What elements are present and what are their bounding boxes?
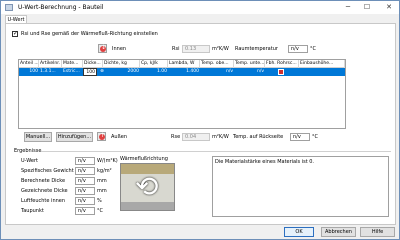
abbrechen-button[interactable]: Abbrechen <box>321 227 356 237</box>
aussen-label: Außen <box>111 134 127 140</box>
layer-table[interactable]: Anteil ... Artikelnr. Mate... Dicke... D… <box>18 59 346 129</box>
result-unit-u-wert: W/(m²K) <box>97 158 118 164</box>
arrow-up-icon <box>99 132 105 140</box>
ruecktemp-label: Temp. auf Rückseite <box>233 134 284 140</box>
ruecktemp-unit: °C <box>312 134 318 140</box>
innen-icon-button[interactable] <box>98 44 107 53</box>
ergebnisse-divider <box>41 151 391 152</box>
aussen-icon-button[interactable] <box>97 132 106 141</box>
result-label-gewicht: Spezifisches Gewicht <box>21 168 74 174</box>
ergebnisse-title: Ergebnisse <box>14 148 42 154</box>
result-unit-taupunkt: °C <box>97 208 103 214</box>
col-artikelnr[interactable]: Artikelnr. <box>39 60 62 68</box>
result-value-gezeichnete-dicke: n/v <box>75 187 95 195</box>
rsi-rse-checkbox-label: Rsi und Rse gemäß der Wärmefluß-Richtung… <box>21 31 158 37</box>
cell-temp-oben[interactable]: n/v <box>200 68 234 76</box>
result-label-gezeichnete-dicke: Gezeichnete Dicke <box>21 188 68 194</box>
result-unit-luftfeuchte: % <box>97 198 102 204</box>
cell-anteil[interactable]: 100 <box>19 68 39 76</box>
layer-bottom <box>121 202 174 210</box>
waermefluss-diagram: ⟲ <box>120 163 175 211</box>
result-label-taupunkt: Taupunkt <box>21 208 44 214</box>
result-unit-gezeichnete-dicke: mm <box>97 188 107 194</box>
col-fbh-rohrschicht[interactable]: Fbh. Rohrsc... <box>265 60 299 68</box>
table-header: Anteil ... Artikelnr. Mate... Dicke... D… <box>19 60 345 68</box>
result-unit-berechnete-dicke: mm <box>97 178 107 184</box>
result-label-berechnete-dicke: Berechnete Dicke <box>21 178 66 184</box>
result-unit-gewicht: kg/m² <box>97 168 112 174</box>
rsi-input[interactable]: 0.13 <box>182 45 210 53</box>
ruecktemp-input[interactable]: n/v <box>290 133 310 141</box>
cell-cp[interactable]: 1.00 <box>140 68 168 76</box>
col-dicke[interactable]: Dicke... <box>83 60 103 68</box>
manuell-button[interactable]: Manuell... <box>24 132 52 142</box>
hilfe-button[interactable]: Hilfe <box>360 227 395 237</box>
cell-lambda[interactable]: 1.400 <box>168 68 200 76</box>
result-label-luftfeuchte: Luftfeuchte innen <box>21 198 66 204</box>
maximize-button[interactable]: ☐ <box>358 1 376 14</box>
col-material[interactable]: Mate... <box>62 60 83 68</box>
cell-artikelnr[interactable]: 1.3.1... <box>39 68 62 76</box>
ok-button[interactable]: OK <box>284 227 314 237</box>
col-temp-unten[interactable]: Temp. unte... <box>234 60 265 68</box>
app-icon <box>5 4 13 11</box>
fbh-rohr-icon[interactable] <box>278 69 284 75</box>
heat-flow-arrow-icon: ⟲ <box>135 170 159 203</box>
cell-temp-unten[interactable]: n/v <box>234 68 265 76</box>
col-temp-oben[interactable]: Temp. obe... <box>200 60 234 68</box>
result-value-luftfeuchte[interactable]: n/v <box>75 197 95 205</box>
arrow-down-icon <box>100 44 106 52</box>
waermefluss-label: Wärmeflußrichtung <box>120 156 168 162</box>
col-anteil[interactable]: Anteil ... <box>19 60 39 68</box>
col-cp[interactable]: Cp, kJ/k <box>140 60 168 68</box>
result-value-taupunkt: n/v <box>75 207 95 215</box>
rse-label: Rse <box>171 134 181 140</box>
cell-einbauhoehe[interactable] <box>299 68 345 76</box>
window-title: U-Wert-Berechnung - Bauteil <box>18 4 104 11</box>
close-button[interactable]: ✕ <box>379 1 399 14</box>
result-value-u-wert: n/v <box>75 157 95 165</box>
innen-label: Innen <box>112 46 127 52</box>
rse-input[interactable]: 0.04 <box>182 133 210 141</box>
minimize-button[interactable]: ─ <box>339 1 357 14</box>
u-wert-window: U-Wert-Berechnung - Bauteil ─ ☐ ✕ U-Wert… <box>0 0 400 240</box>
result-value-gewicht: n/v <box>75 167 95 175</box>
raumtemp-label: Raumtemperatur <box>235 46 278 52</box>
col-einbauhoehe[interactable]: Einbaushöhe... <box>299 60 345 68</box>
rsi-rse-checkbox[interactable] <box>12 30 18 37</box>
cell-material[interactable]: Estric... <box>62 68 83 76</box>
hinzufuegen-button[interactable]: Hinzufügen... <box>56 132 93 142</box>
col-dichte[interactable]: Dichte, kg <box>103 60 140 68</box>
col-lambda[interactable]: Lambda, W <box>168 60 200 68</box>
title-bar: U-Wert-Berechnung - Bauteil ─ ☐ ✕ <box>1 1 399 14</box>
raumtemp-unit: °C <box>310 46 316 52</box>
cell-dichte[interactable]: 2000 <box>105 68 140 76</box>
result-value-berechnete-dicke: n/v <box>75 177 95 185</box>
raumtemp-input[interactable]: n/v <box>288 45 308 53</box>
messages-box: Die Materialstärke eines Materials ist 0… <box>212 156 389 217</box>
rsi-label: Rsi <box>172 46 180 52</box>
rse-unit: m²K/W <box>212 134 229 140</box>
result-label-u-wert: U-Wert <box>21 158 39 164</box>
rsi-unit: m²K/W <box>212 46 229 52</box>
table-row[interactable]: 100 1.3.1... Estric... 100 ⊕ 2000 1.00 1… <box>19 68 345 76</box>
cell-dicke-editor[interactable]: 100 <box>83 68 97 76</box>
